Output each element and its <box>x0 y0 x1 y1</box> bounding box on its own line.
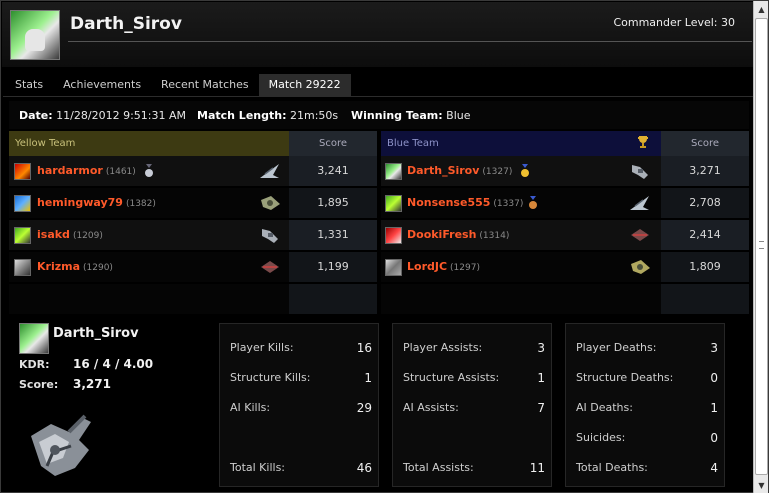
blue-player-score: 3,271 <box>661 156 749 186</box>
kdr-value: 16 / 4 / 4.00 <box>73 357 154 371</box>
blue-player-row[interactable]: Nonsense555 (1337) <box>381 188 661 218</box>
commander-level: Commander Level: 30 <box>613 16 735 29</box>
structure-assists-row: Structure Assists: 1 <box>403 371 545 385</box>
blue-score-header: Score <box>661 131 749 156</box>
blue-player-row[interactable]: Darth_Sirov (1327) <box>381 156 661 186</box>
score-value: 3,271 <box>73 377 111 391</box>
empty-row <box>9 284 289 314</box>
yellow-player-row[interactable]: hardarmor (1461) <box>9 156 289 186</box>
structure-deaths-row: Structure Deaths: 0 <box>576 371 718 385</box>
yellow-player-row[interactable]: isakd (1209) <box>9 220 289 250</box>
tab-bar: Stats Achievements Recent Matches Match … <box>5 74 351 97</box>
blue-player-score: 2,708 <box>661 188 749 218</box>
kdr-label: KDR: <box>19 358 50 371</box>
ai-assists-row: AI Assists: 7 <box>403 401 545 415</box>
summary-avatar <box>19 323 49 354</box>
yellow-team-header: Yellow Team <box>9 131 289 156</box>
tab-stats[interactable]: Stats <box>5 74 53 97</box>
yellow-player-score: 1,331 <box>289 220 377 250</box>
scrollbar-thumb[interactable] <box>755 18 768 475</box>
blue-player-score: 1,809 <box>661 252 749 282</box>
deaths-stats-box: Player Deaths: 3 Structure Deaths: 0 AI De… <box>565 323 725 487</box>
player-avatar <box>385 195 402 212</box>
player-avatar <box>385 259 402 276</box>
header-divider <box>68 41 752 42</box>
player-avatar <box>14 259 31 276</box>
ship-icon <box>631 229 649 241</box>
assists-stats-box: Player Assists: 3 Structure Assists: 1 AI … <box>392 323 552 487</box>
silver-medal-icon <box>145 164 153 177</box>
empty-row <box>289 284 377 314</box>
player-name[interactable]: hemingway79 (1382) <box>37 188 156 219</box>
vertical-scrollbar[interactable]: ▲ ▼ <box>753 1 768 493</box>
structure-kills-row: Structure Kills: 1 <box>230 371 372 385</box>
winning-team: Winning Team: Blue <box>351 109 471 122</box>
empty-row <box>661 284 749 314</box>
ship-icon <box>631 260 650 274</box>
blue-player-score: 2,414 <box>661 220 749 250</box>
ship-icon <box>260 164 279 178</box>
total-deaths-row: Total Deaths: 4 <box>576 461 718 475</box>
player-avatar <box>385 227 402 244</box>
ai-deaths-row: AI Deaths: 1 <box>576 401 718 415</box>
trophy-icon <box>638 136 648 148</box>
blue-player-row[interactable]: DookiFresh (1314) <box>381 220 661 250</box>
player-name: Darth_Sirov <box>70 14 182 34</box>
player-avatar <box>385 163 402 180</box>
bronze-medal-icon <box>529 196 537 209</box>
match-date: Date: 11/28/2012 9:51:31 AM <box>19 109 186 122</box>
player-name[interactable]: isakd (1209) <box>37 220 103 251</box>
player-avatar <box>14 195 31 212</box>
suicides-row: Suicides: 0 <box>576 431 718 445</box>
yellow-score-header: Score <box>289 131 377 156</box>
ai-kills-row: AI Kills: 29 <box>230 401 372 415</box>
gold-medal-icon <box>521 164 529 177</box>
player-name[interactable]: Krizma (1290) <box>37 252 113 283</box>
total-kills-row: Total Kills: 46 <box>230 461 372 475</box>
tab-recent-matches[interactable]: Recent Matches <box>151 74 259 97</box>
score-label: Score: <box>19 378 59 391</box>
player-name[interactable]: DookiFresh (1314) <box>407 220 509 251</box>
yellow-player-score: 3,241 <box>289 156 377 186</box>
total-assists-row: Total Assists: 11 <box>403 461 545 475</box>
ship-icon <box>261 196 280 210</box>
ship-icon <box>261 261 279 273</box>
yellow-player-row[interactable]: hemingway79 (1382) <box>9 188 289 218</box>
player-kills-row: Player Kills: 16 <box>230 341 372 355</box>
player-name[interactable]: LordJC (1297) <box>407 252 480 283</box>
scroll-up-button[interactable]: ▲ <box>755 2 768 17</box>
yellow-player-score: 1,199 <box>289 252 377 282</box>
match-info-bar: Date: 11/28/2012 9:51:31 AM Match Length… <box>9 101 749 129</box>
player-avatar <box>10 10 60 60</box>
player-name[interactable]: Nonsense555 (1337) <box>407 188 523 219</box>
player-name[interactable]: Darth_Sirov (1327) <box>407 156 512 187</box>
kills-stats-box: Player Kills: 16 Structure Kills: 1 AI Kil… <box>219 323 379 487</box>
scroll-down-button[interactable]: ▼ <box>755 478 768 493</box>
player-avatar <box>14 163 31 180</box>
tab-match[interactable]: Match 29222 <box>258 74 351 97</box>
tank-icon <box>31 414 91 476</box>
player-deaths-row: Player Deaths: 3 <box>576 341 718 355</box>
blue-player-row[interactable]: LordJC (1297) <box>381 252 661 282</box>
player-name[interactable]: hardarmor (1461) <box>37 156 136 187</box>
tab-achievements[interactable]: Achievements <box>53 74 151 97</box>
player-avatar <box>14 227 31 244</box>
yellow-player-score: 1,895 <box>289 188 377 218</box>
summary-player-name: Darth_Sirov <box>53 326 139 341</box>
match-length: Match Length: 21m:50s <box>197 109 339 122</box>
player-assists-row: Player Assists: 3 <box>403 341 545 355</box>
blue-team-header: Blue Team <box>381 131 661 156</box>
ship-icon <box>632 165 648 179</box>
yellow-player-row[interactable]: Krizma (1290) <box>9 252 289 282</box>
profile-header: Darth_Sirov Commander Level: 30 <box>2 2 755 67</box>
empty-row <box>381 284 661 314</box>
profile-window: Darth_Sirov Commander Level: 30 Stats Ac… <box>0 0 769 493</box>
tab-divider <box>3 96 755 97</box>
ship-icon <box>262 229 278 243</box>
ship-icon <box>630 196 649 210</box>
